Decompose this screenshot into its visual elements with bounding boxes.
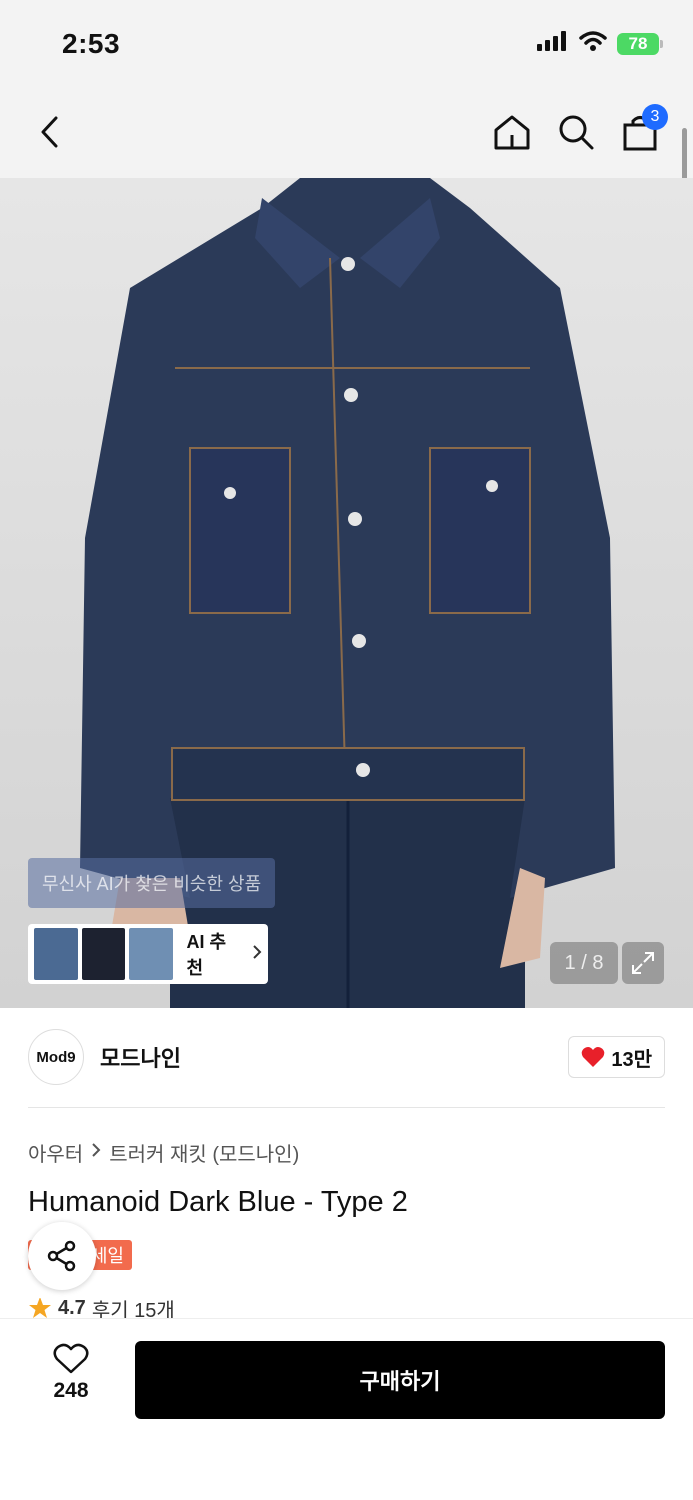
nav-bar: 3: [0, 90, 693, 178]
brand-like-button[interactable]: 13만: [568, 1036, 665, 1078]
product-title: Humanoid Dark Blue - Type 2: [28, 1186, 408, 1218]
heart-filled-icon: [582, 1047, 605, 1067]
wishlist-button[interactable]: 248: [40, 1343, 102, 1403]
cart-count-badge: 3: [642, 104, 668, 130]
search-button[interactable]: [552, 108, 600, 156]
star-icon: [29, 1298, 51, 1318]
share-button[interactable]: [28, 1222, 96, 1290]
ai-recommend-label: AI 추천: [186, 932, 227, 978]
ai-recommend-button[interactable]: AI 추천: [28, 924, 268, 984]
brand-logo[interactable]: Mod9: [28, 1029, 84, 1085]
rating-row[interactable]: 4.7 후기 15개: [28, 1298, 175, 1318]
wifi-icon: [579, 30, 607, 57]
battery-icon: 78: [617, 32, 663, 55]
recommend-thumbnail[interactable]: [129, 928, 173, 980]
fullscreen-button[interactable]: [622, 942, 664, 984]
home-icon: [494, 115, 530, 150]
share-icon: [47, 1240, 76, 1272]
image-counter: 1 / 8: [550, 942, 618, 984]
chevron-left-icon: [41, 116, 58, 148]
breadcrumb: 아우터 트러커 재킷 (모드나인): [28, 1138, 299, 1167]
buy-button[interactable]: 구매하기: [135, 1341, 665, 1419]
recommend-thumbnail[interactable]: [34, 928, 78, 980]
brand-name[interactable]: 모드나인: [100, 1041, 181, 1073]
heart-outline-icon: [53, 1343, 89, 1374]
home-button[interactable]: [488, 108, 536, 156]
brand-like-count: 13만: [611, 1048, 652, 1071]
back-button[interactable]: [26, 108, 74, 156]
bottom-action-bar: 248 구매하기: [0, 1318, 693, 1500]
status-time: 2:53: [62, 28, 121, 59]
rating-score: 4.7: [58, 1298, 86, 1318]
breadcrumb-subcategory[interactable]: 트러커 재킷 (모드나인): [109, 1138, 299, 1167]
chevron-right-icon: [252, 944, 262, 965]
search-icon: [559, 115, 594, 150]
product-image-gallery[interactable]: 무신사 AI가 찾은 비슷한 상품 AI 추천 1 / 8: [0, 178, 693, 1008]
recommend-thumbnail[interactable]: [81, 928, 125, 980]
wishlist-count: 248: [53, 1379, 89, 1402]
review-count: 후기 15개: [91, 1299, 175, 1319]
divider: [28, 1107, 665, 1108]
status-bar: 2:53 78: [0, 0, 693, 90]
status-icons: 78: [537, 30, 663, 57]
cart-button[interactable]: 3: [616, 104, 668, 156]
signal-icon: [537, 31, 569, 56]
brand-row[interactable]: Mod9 모드나인 13만: [28, 1028, 665, 1086]
expand-icon: [632, 952, 654, 974]
breadcrumb-category[interactable]: 아우터: [28, 1138, 83, 1167]
ai-tooltip: 무신사 AI가 찾은 비슷한 상품: [28, 858, 276, 908]
chevron-right-icon: [91, 1141, 101, 1164]
